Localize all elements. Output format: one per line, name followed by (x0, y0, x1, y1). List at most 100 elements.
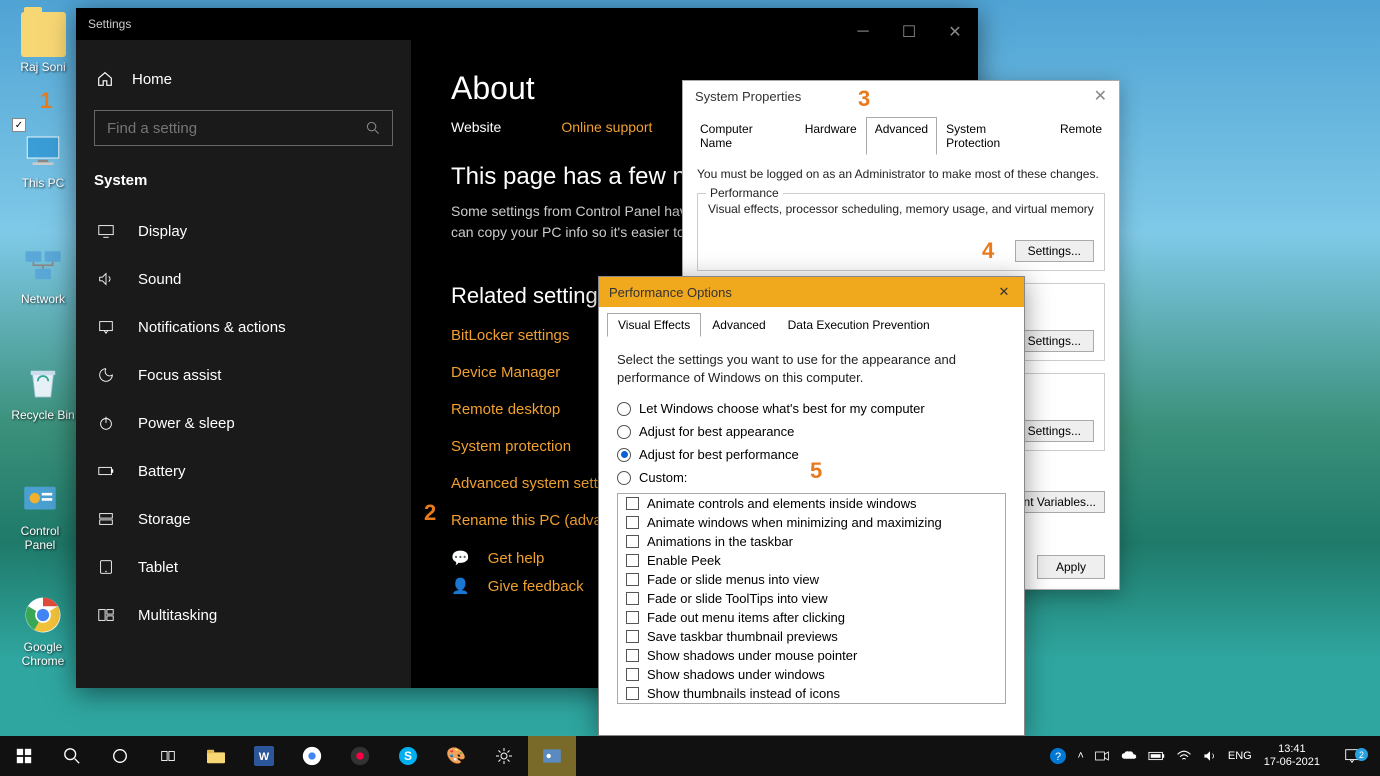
tray-onedrive-icon[interactable] (1120, 749, 1138, 763)
search-input[interactable] (107, 120, 380, 137)
taskbar-settings[interactable] (480, 736, 528, 776)
icon-label: This PC (8, 176, 78, 190)
check-fade-menu-items[interactable]: Fade out menu items after clicking (618, 608, 1005, 627)
tab-remote[interactable]: Remote (1051, 117, 1111, 155)
desktop-icon-user-folder[interactable]: Raj Soni (8, 12, 78, 74)
desktop-icon-checkbox[interactable]: ✓ (12, 118, 26, 132)
cortana-button[interactable] (96, 736, 144, 776)
desktop-icon-control-panel[interactable]: Control Panel (5, 476, 75, 552)
tray-meet-now-icon[interactable] (1094, 748, 1110, 764)
tray-volume-icon[interactable] (1202, 749, 1218, 763)
performance-settings-button[interactable]: Settings... (1015, 240, 1094, 262)
settings-search[interactable] (94, 110, 393, 146)
checkbox-icon (626, 573, 639, 586)
annotation-1: 1 (40, 88, 52, 114)
check-thumbnails-icons[interactable]: Show thumbnails instead of icons (618, 684, 1005, 703)
control-panel-icon (18, 476, 63, 521)
checkbox-icon (626, 497, 639, 510)
annotation-2: 2 (424, 500, 436, 526)
desktop-icon-network[interactable]: Network (8, 244, 78, 306)
tray-language[interactable]: ENG (1228, 750, 1252, 762)
check-save-thumbnails[interactable]: Save taskbar thumbnail previews (618, 627, 1005, 646)
sidebar-category: System (76, 164, 411, 207)
sidebar-item-tablet[interactable]: Tablet (76, 543, 411, 591)
check-shadows-windows[interactable]: Show shadows under windows (618, 665, 1005, 684)
display-icon (96, 221, 116, 241)
task-view-button[interactable] (144, 736, 192, 776)
icon-label: Raj Soni (8, 60, 78, 74)
check-shadows-pointer[interactable]: Show shadows under mouse pointer (618, 646, 1005, 665)
user-profiles-settings-button[interactable]: Settings... (1015, 330, 1094, 352)
radio-icon (617, 425, 631, 439)
sidebar-item-display[interactable]: Display (76, 207, 411, 255)
sidebar-item-power-sleep[interactable]: Power & sleep (76, 399, 411, 447)
tab-advanced[interactable]: Advanced (866, 117, 937, 155)
recycle-bin-icon (21, 360, 66, 405)
check-enable-peek[interactable]: Enable Peek (618, 551, 1005, 570)
sidebar-item-focus-assist[interactable]: Focus assist (76, 351, 411, 399)
apply-button[interactable]: Apply (1037, 555, 1105, 579)
tab-visual-effects[interactable]: Visual Effects (607, 313, 701, 337)
radio-icon (617, 402, 631, 416)
checkbox-icon (626, 592, 639, 605)
check-taskbar-animations[interactable]: Animations in the taskbar (618, 532, 1005, 551)
sidebar-item-battery[interactable]: Battery (76, 447, 411, 495)
tray-wifi-icon[interactable] (1176, 749, 1192, 763)
taskbar-explorer[interactable] (192, 736, 240, 776)
start-button[interactable] (0, 736, 48, 776)
icon-label: Network (8, 292, 78, 306)
icon-label: Recycle Bin (8, 408, 78, 422)
taskbar-chrome-2[interactable] (336, 736, 384, 776)
startup-settings-button[interactable]: Settings... (1015, 420, 1094, 442)
tab-system-protection[interactable]: System Protection (937, 117, 1051, 155)
check-animate-windows[interactable]: Animate windows when minimizing and maxi… (618, 513, 1005, 532)
taskbar: W S 🎨 ? ˄ ENG 13:41 17-06-2021 2 (0, 736, 1380, 776)
tray-help-icon[interactable]: ? (1049, 747, 1067, 765)
taskbar-chrome[interactable] (288, 736, 336, 776)
close-button[interactable]: ✕ (1094, 86, 1107, 106)
effects-list[interactable]: Animate controls and elements inside win… (617, 493, 1006, 704)
close-button[interactable]: ✕ (932, 16, 978, 48)
performance-options-dialog: Performance Options ✕ Visual Effects Adv… (598, 276, 1025, 736)
battery-icon (96, 461, 116, 481)
sidebar-item-multitasking[interactable]: Multitasking (76, 591, 411, 639)
tray-clock[interactable]: 13:41 17-06-2021 (1264, 743, 1320, 769)
checkbox-icon (626, 535, 639, 548)
check-animate-controls[interactable]: Animate controls and elements inside win… (618, 494, 1005, 513)
online-support-link[interactable]: Online support (561, 119, 652, 135)
svg-text:W: W (259, 751, 270, 763)
desktop-icon-recycle-bin[interactable]: Recycle Bin (8, 360, 78, 422)
sidebar-item-notifications[interactable]: Notifications & actions (76, 303, 411, 351)
tab-advanced[interactable]: Advanced (701, 313, 776, 337)
tabs: Computer Name Hardware Advanced System P… (683, 111, 1119, 155)
checkbox-icon (626, 516, 639, 529)
check-fade-tooltips[interactable]: Fade or slide ToolTips into view (618, 589, 1005, 608)
minimize-button[interactable]: ─ (840, 16, 886, 48)
radio-best-appearance[interactable]: Adjust for best appearance (617, 424, 1006, 439)
taskbar-word[interactable]: W (240, 736, 288, 776)
radio-let-windows-choose[interactable]: Let Windows choose what's best for my co… (617, 401, 1006, 416)
desktop-icon-chrome[interactable]: Google Chrome (8, 592, 78, 668)
close-button[interactable]: ✕ (994, 284, 1014, 300)
tablet-icon (96, 557, 116, 577)
taskbar-active-app[interactable] (528, 736, 576, 776)
tray-chevron-icon[interactable]: ˄ (1077, 750, 1083, 762)
tab-dep[interactable]: Data Execution Prevention (777, 313, 941, 337)
svg-text:?: ? (1055, 751, 1061, 763)
taskbar-paint[interactable]: 🎨 (432, 736, 480, 776)
sidebar-item-sound[interactable]: Sound (76, 255, 411, 303)
folder-icon (21, 12, 66, 57)
multitasking-icon (96, 605, 116, 625)
action-center-button[interactable]: 2 (1332, 747, 1372, 765)
checkbox-icon (626, 554, 639, 567)
desktop-icon-this-pc[interactable]: This PC (8, 128, 78, 190)
check-fade-menus[interactable]: Fade or slide menus into view (618, 570, 1005, 589)
taskbar-skype[interactable]: S (384, 736, 432, 776)
tab-hardware[interactable]: Hardware (796, 117, 866, 155)
sidebar-item-storage[interactable]: Storage (76, 495, 411, 543)
maximize-button[interactable]: ☐ (886, 16, 932, 48)
sidebar-home[interactable]: Home (76, 60, 411, 98)
tab-computer-name[interactable]: Computer Name (691, 117, 796, 155)
search-button[interactable] (48, 736, 96, 776)
tray-battery-icon[interactable] (1148, 750, 1166, 762)
